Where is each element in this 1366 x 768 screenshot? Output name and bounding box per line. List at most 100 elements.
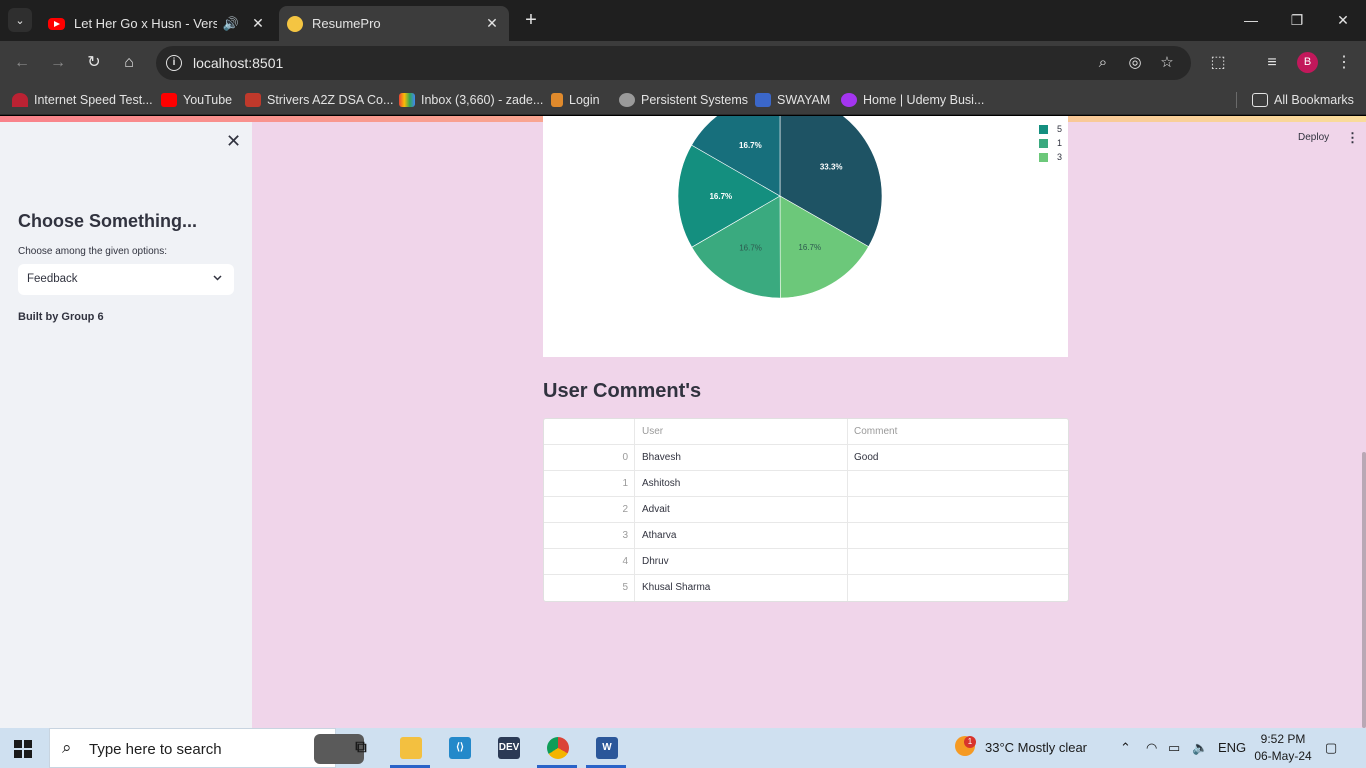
table-row[interactable]: 1 Ashitosh (544, 471, 1068, 497)
profile-avatar[interactable]: B (1297, 52, 1318, 73)
chevron-up-icon[interactable]: ⌃ (1120, 740, 1131, 756)
system-clock[interactable]: 9:52 PM 06-May-24 (1250, 731, 1316, 765)
vscode-button[interactable]: ⟨⟩ (435, 728, 483, 768)
chrome-menu-icon[interactable]: ⋮ (1332, 51, 1356, 75)
youtube-icon (161, 93, 177, 107)
cell-user[interactable]: Khusal Sharma (636, 575, 848, 601)
youtube-icon (48, 17, 65, 30)
pie-chart: 33.3% 16.7% 16.7% 16.7% 16.7% (677, 93, 883, 299)
select-label: Choose among the given options: (18, 246, 167, 257)
cell-comment[interactable] (849, 471, 1067, 497)
table-row[interactable]: 3 Atharva (544, 523, 1068, 549)
bookmark-udemy[interactable]: Home | Udemy Busi... (841, 92, 984, 108)
page-scrollbar[interactable] (1362, 452, 1366, 728)
bookmark-swayam[interactable]: SWAYAM (755, 92, 830, 108)
legend-item[interactable]: 3 (1039, 152, 1062, 162)
zoom-icon[interactable]: ⌕ (1093, 53, 1113, 73)
tab-resumepro[interactable]: ResumePro ✕ (279, 6, 509, 41)
legend-item[interactable]: 5 (1039, 124, 1062, 134)
language-indicator[interactable]: ENG (1218, 740, 1246, 755)
slice-label: 16.7% (739, 243, 762, 252)
row-index: 0 (544, 445, 635, 471)
row-index: 3 (544, 523, 635, 549)
tab-title: ResumePro (312, 16, 381, 31)
volume-icon[interactable]: 🔈 (1192, 740, 1208, 756)
close-tab-icon[interactable]: ✕ (483, 15, 501, 32)
browser-toolbar: ← → ↻ ⌂ i localhost:8501 ⌕ ◎ ☆ ⬚ ≡ ⋮ (0, 41, 1366, 85)
home-icon[interactable]: ⌂ (117, 51, 141, 75)
battery-icon[interactable]: ▭ (1168, 740, 1180, 756)
minimize-icon[interactable]: — (1236, 8, 1266, 32)
word-button[interactable]: W (582, 728, 630, 768)
header-comment[interactable]: Comment (849, 419, 1067, 445)
comments-title: User Comment's (543, 380, 702, 402)
row-index: 2 (544, 497, 635, 523)
address-bar[interactable]: i localhost:8501 ⌕ ◎ ☆ (156, 46, 1191, 80)
window-close-icon[interactable]: ✕ (1328, 8, 1358, 32)
media-control-icon[interactable]: ≡ (1260, 51, 1284, 75)
speaker-icon[interactable]: 🔊 (223, 16, 239, 32)
tab-search-chevron-icon[interactable]: ⌄ (8, 8, 32, 32)
close-tab-icon[interactable]: ✕ (249, 15, 267, 32)
deploy-button[interactable]: Deploy (1298, 132, 1329, 143)
task-view-button[interactable]: ⧉ (336, 728, 384, 768)
cell-user[interactable]: Advait (636, 497, 848, 523)
chrome-button[interactable] (533, 728, 581, 768)
all-bookmarks-button[interactable]: All Bookmarks (1252, 92, 1354, 108)
weather-text[interactable]: 33°C Mostly clear (985, 740, 1087, 755)
bookmark-strivers[interactable]: Strivers A2Z DSA Co... (245, 92, 393, 108)
legend-item[interactable]: 1 (1039, 138, 1062, 148)
cell-comment[interactable] (849, 549, 1067, 575)
table-header: User Comment (544, 419, 1068, 445)
bookmark-label: Strivers A2Z DSA Co... (267, 93, 394, 107)
header-user[interactable]: User (636, 419, 848, 445)
table-row[interactable]: 4 Dhruv (544, 549, 1068, 575)
bookmark-speedtest[interactable]: Internet Speed Test... (12, 92, 153, 108)
cell-comment[interactable] (849, 523, 1067, 549)
taskbar-search[interactable]: ⌕ Type here to search (49, 728, 364, 768)
bookmark-youtube[interactable]: YouTube (161, 92, 232, 108)
notifications-icon[interactable]: ▢ (1325, 740, 1337, 756)
table-row[interactable]: 2 Advait (544, 497, 1068, 523)
bookmark-gmail[interactable]: Inbox (3,660) - zade... (399, 92, 543, 108)
sidebar-footer: Built by Group 6 (18, 311, 104, 323)
cell-user[interactable]: Bhavesh (636, 445, 848, 471)
cell-user[interactable]: Ashitosh (636, 471, 848, 497)
devcpp-button[interactable]: DEV (484, 728, 532, 768)
file-explorer-button[interactable] (386, 728, 434, 768)
eye-off-icon[interactable]: ◎ (1125, 53, 1145, 73)
cell-comment[interactable] (849, 575, 1067, 601)
folder-icon (400, 737, 422, 759)
clock-time: 9:52 PM (1260, 732, 1306, 746)
cell-comment[interactable] (849, 497, 1067, 523)
cell-comment[interactable]: Good (849, 445, 1067, 471)
bookmark-star-icon[interactable]: ☆ (1157, 53, 1177, 73)
back-icon[interactable]: ← (10, 51, 34, 75)
bookmark-login[interactable]: Login (551, 92, 600, 108)
table-row[interactable]: 5 Khusal Sharma (544, 575, 1068, 601)
sidebar-close-icon[interactable]: ✕ (226, 132, 241, 150)
new-tab-button[interactable]: + (520, 9, 542, 31)
wifi-icon[interactable]: ◠ (1146, 740, 1157, 756)
tab-youtube[interactable]: Let Her Go x Husn - Version 🔊 ✕ (40, 6, 275, 41)
main-menu-icon[interactable]: ⋮ (1346, 130, 1359, 146)
extensions-icon[interactable]: ⬚ (1206, 51, 1230, 75)
site-info-icon[interactable]: i (166, 55, 182, 71)
table-row[interactable]: 0 Bhavesh Good (544, 445, 1068, 471)
url-text[interactable]: localhost:8501 (193, 55, 283, 71)
header-index (544, 419, 635, 445)
forward-icon[interactable]: → (46, 51, 70, 75)
options-select[interactable]: Feedback (18, 264, 234, 295)
legend-label: 5 (1057, 124, 1063, 134)
restore-icon[interactable]: ❐ (1282, 8, 1312, 32)
clock-date: 06-May-24 (1254, 749, 1312, 763)
cell-user[interactable]: Atharva (636, 523, 848, 549)
vscode-icon: ⟨⟩ (449, 737, 471, 759)
bookmark-persistent[interactable]: Persistent Systems (619, 92, 748, 108)
comments-table[interactable]: User Comment 0 Bhavesh Good 1 Ashitosh 2… (543, 418, 1069, 602)
cell-user[interactable]: Dhruv (636, 549, 848, 575)
windows-start-icon[interactable] (14, 740, 32, 758)
select-value: Feedback (27, 273, 78, 285)
reload-icon[interactable]: ↻ (82, 51, 106, 75)
search-placeholder[interactable]: Type here to search (89, 741, 222, 758)
